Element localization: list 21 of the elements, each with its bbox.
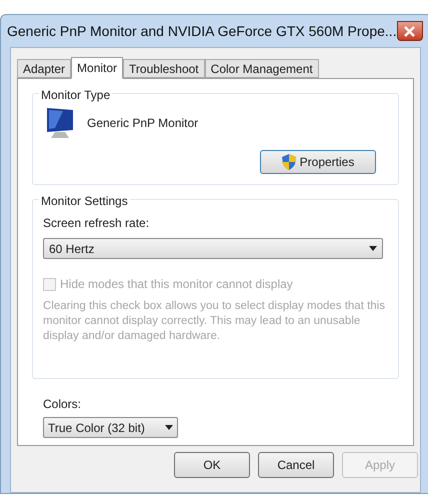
- window-title: Generic PnP Monitor and NVIDIA GeForce GTX 560M Prope...: [7, 22, 397, 41]
- dialog-button[interactable]: Cancel: [258, 452, 334, 478]
- refresh-rate-dropdown[interactable]: 60 Hertz: [43, 238, 383, 259]
- tab[interactable]: Monitor: [71, 57, 124, 79]
- close-button[interactable]: [396, 21, 423, 41]
- properties-button[interactable]: Properties: [260, 150, 376, 174]
- monitor-icon: [45, 106, 75, 140]
- refresh-rate-label: Screen refresh rate:: [43, 215, 150, 232]
- tab[interactable]: Adapter: [17, 59, 72, 78]
- dialog-button[interactable]: OK: [174, 452, 250, 478]
- colors-label: Colors:: [43, 396, 82, 413]
- caret-icon: [165, 425, 173, 430]
- monitor-name: Generic PnP Monitor: [87, 115, 198, 132]
- colors-dropdown[interactable]: True Color (32 bit): [43, 417, 178, 438]
- warning-text: Clearing this check box allows you to select display modes that this monitor cannot display correctly. This may lead to an unusable display and/or damaged hardware.: [43, 299, 386, 344]
- checkbox-label: Hide modes that this monitor cannot display: [60, 276, 293, 293]
- close-icon: [404, 26, 416, 36]
- tab[interactable]: Troubleshoot: [123, 59, 205, 78]
- caret-icon: [369, 246, 377, 251]
- tab[interactable]: Color Management: [204, 59, 319, 78]
- shield-icon: [282, 154, 296, 170]
